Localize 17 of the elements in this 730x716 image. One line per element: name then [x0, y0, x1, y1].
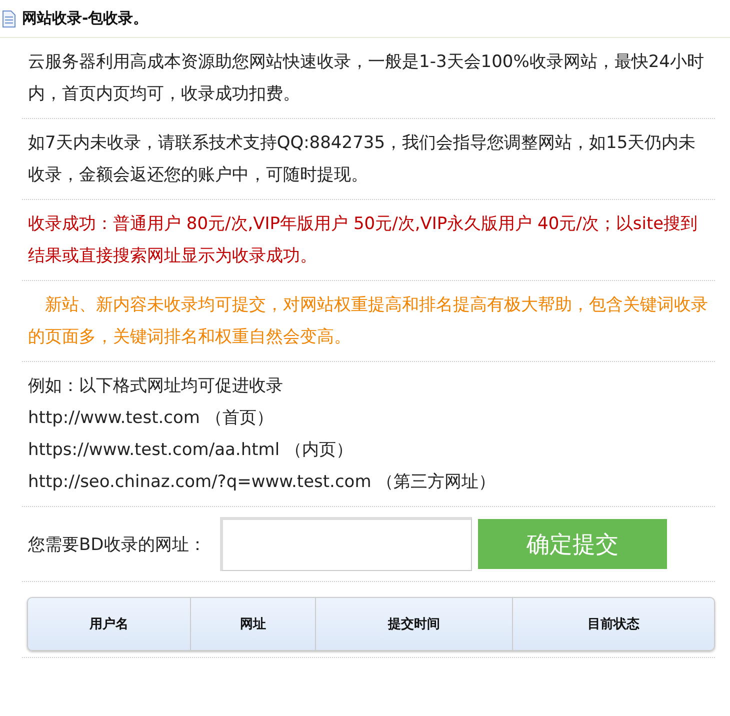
- example-line: http://seo.chinaz.com/?q=www.test.com （第三方网址）: [28, 471, 497, 494]
- notice-text: 如7天内未收录，请联系技术支持QQ:8842735，我们会指导您调整网站，如15天仍内未收录，金额会返还您的账户中，可随时提现。: [28, 132, 697, 187]
- example-line: 例如：以下格式网址均可促进收录: [28, 375, 284, 398]
- column-header: 网址: [191, 598, 316, 650]
- notice-text: 云服务器利用高成本资源助您网站快速收录，一般是1-3天会100%收录网站，最快24小时内，首页内页均可，收录成功扣费。: [28, 51, 705, 106]
- example-line: https://www.test.com/aa.html （内页）: [28, 439, 354, 462]
- notice-text: 收录成功：普通用户 80元/次,VIP年版用户 50元/次,VIP永久版用户 40元/次；以site搜到结果或直接搜索网址显示为收录成功。: [28, 213, 699, 268]
- example-line: http://www.test.com （首页）: [28, 407, 274, 430]
- page-title: 网站收录-包收录。: [22, 9, 148, 28]
- url-input[interactable]: [220, 517, 472, 571]
- column-header: 目前状态: [586, 616, 640, 634]
- column-header: 用户名: [28, 598, 191, 650]
- column-header: 提交时间: [316, 598, 513, 650]
- url-label: 您需要BD收录的网址：: [28, 534, 207, 556]
- notice-text: 新站、新内容未收录均可提交，对网站权重提高和排名提高有极大帮助，包含关键词收录的页面多，关键词排名和权重自然会变高。: [28, 294, 709, 349]
- submit-button[interactable]: 确定提交: [478, 519, 667, 569]
- document-icon: [2, 10, 16, 28]
